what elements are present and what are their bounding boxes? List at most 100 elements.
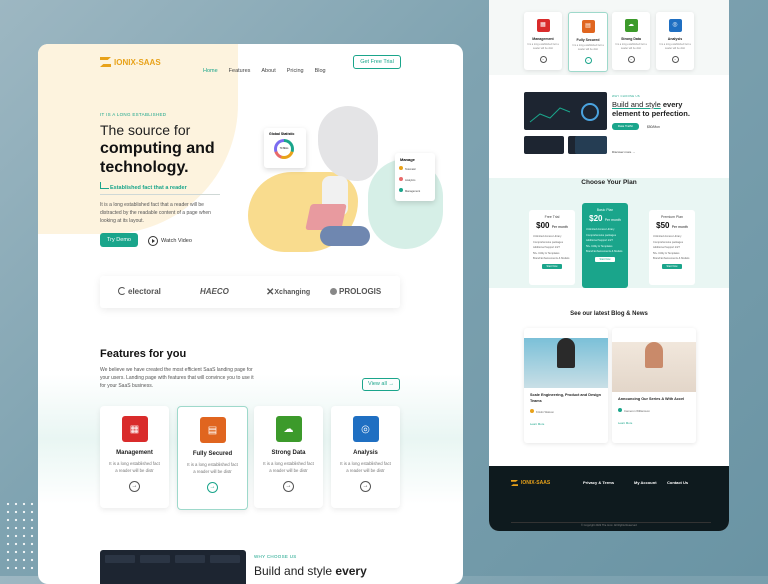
logo-icon xyxy=(511,480,518,486)
plan-feature: Unlimited Access Library xyxy=(653,235,682,238)
plan-feature: 50+ Utility & Templates xyxy=(586,244,613,248)
plan-name: Basic Plan xyxy=(596,208,614,212)
arrow-right-icon[interactable]: → xyxy=(129,481,140,492)
feature-card-desc: It is a long established fact a reader w… xyxy=(340,461,391,473)
partner-logo-xchanging: ✕Xchanging xyxy=(266,287,310,298)
mini-card-management[interactable]: ▦ Management It is a long established fact… xyxy=(524,12,562,70)
manage-item-2: Analytics xyxy=(399,177,415,182)
learn-more-link[interactable]: Learn More xyxy=(618,421,690,425)
footer-copyright: © Copyright 2022 The Ionix. All Rights R… xyxy=(581,524,637,527)
arrow-right-icon[interactable]: → xyxy=(627,56,635,63)
hero-eyebrow: IT IS A LONG ESTABLISHED xyxy=(100,112,167,117)
mini-card-analysis[interactable]: ◎ Analysis It is a long established fact a… xyxy=(656,12,694,70)
main-nav: Home Features About Pricing Blog xyxy=(203,59,337,77)
plan-feature: Comprehensive packages xyxy=(533,240,563,244)
plans-title: Choose Your Plan xyxy=(581,179,637,186)
hero-tagline: Established fact that a reader xyxy=(110,185,187,191)
dot-icon xyxy=(399,166,403,170)
nav-features[interactable]: Features xyxy=(229,68,251,74)
logo-icon xyxy=(100,57,111,67)
feature-card-title: Fully Secured xyxy=(192,451,233,457)
start-now-button[interactable]: Start Now xyxy=(542,264,562,269)
blog-post-title: Scale Engineering, Product and Design Te… xyxy=(530,393,601,403)
folder-lock-icon: ▤ xyxy=(581,20,595,33)
mini-card-fully-secured[interactable]: ▤ Fully Secured It is a long established f… xyxy=(568,12,608,72)
blog-card-2[interactable]: Announcing Our Series A With Accel Camer… xyxy=(612,328,696,443)
dot-icon xyxy=(399,188,403,192)
blog-author: Kristin Watson xyxy=(530,409,602,414)
footer-col-contact: Contact Us xyxy=(667,480,689,485)
play-icon[interactable] xyxy=(148,236,158,246)
plan-feature: Additional Support 24/7 xyxy=(586,239,613,242)
partner-name: Xchanging xyxy=(274,289,311,296)
arrow-right-icon: → xyxy=(632,150,636,154)
blog-image xyxy=(524,338,608,388)
cloud-data-icon: ☁ xyxy=(624,19,638,32)
why-title-part: element to perfection. xyxy=(612,109,690,118)
plan-feature: Brand Enhancements & Models xyxy=(653,257,690,260)
nav-pricing[interactable]: Pricing xyxy=(287,68,304,74)
why-title-part: every xyxy=(662,100,683,109)
plan-feature: Additional Support 24/7 xyxy=(653,246,680,249)
hero-divider xyxy=(100,194,220,195)
avatar xyxy=(530,409,534,413)
data-traffic-button[interactable]: Data Traffic xyxy=(612,123,639,130)
dashboard-mockup xyxy=(524,92,607,130)
manage-widget: Manage Telematic Analytics Management xyxy=(395,153,435,201)
nav-blog[interactable]: Blog xyxy=(315,68,326,74)
blog-image xyxy=(612,342,696,392)
management-icon: ▦ xyxy=(121,416,148,442)
brand-name: IONIX-SAAS xyxy=(521,480,551,486)
blog-card-1[interactable]: Scale Engineering, Product and Design Te… xyxy=(524,328,608,443)
why-eyebrow: WHY CHOOSE US xyxy=(612,94,640,98)
arrow-right-icon[interactable]: → xyxy=(671,56,679,63)
plan-period: Per month xyxy=(551,225,568,229)
donut-chart: 70 Mins xyxy=(274,139,294,159)
plan-feature: Brand Enhancements & Models xyxy=(586,250,623,253)
plan-price: $00 xyxy=(536,221,550,230)
mini-card-desc: It is a long established fact a reader w… xyxy=(572,44,604,51)
feature-card-title: Management xyxy=(116,450,153,456)
decorative-dots xyxy=(4,500,38,570)
start-now-button[interactable]: Start Now xyxy=(595,257,615,262)
brand-name: IONIX-SAAS xyxy=(114,57,161,67)
arrow-right-icon[interactable]: → xyxy=(360,481,371,492)
feature-card-analysis[interactable]: ◎ Analysis It is a long established fact… xyxy=(331,406,400,508)
manage-title: Manage xyxy=(400,157,415,162)
view-all-button[interactable]: View all → xyxy=(362,378,400,391)
feature-card-desc: It is a long established fact a reader w… xyxy=(263,461,314,473)
hero-title-line2: computing and xyxy=(100,140,215,157)
arrow-right-icon[interactable]: → xyxy=(207,482,218,493)
discover-more-link[interactable]: Discover more → xyxy=(612,150,635,154)
plan-card-premium: Premium Plan $50 Per month Unlimited Acc… xyxy=(649,210,695,285)
try-demo-button[interactable]: Try Demo xyxy=(100,233,138,247)
arrow-right-icon[interactable]: → xyxy=(539,56,547,63)
plan-name: Free Trial xyxy=(544,215,560,219)
get-free-trial-button[interactable]: Get Free Trial xyxy=(353,55,401,69)
landing-page-preview: IONIX-SAAS Home Features About Pricing Blog … xyxy=(38,44,463,584)
feature-card-strong-data[interactable]: ☁ Strong Data It is a long established f… xyxy=(254,406,323,508)
why-stat: $50/Mon xyxy=(647,125,660,129)
prologis-icon xyxy=(330,288,337,295)
footer-logo[interactable]: IONIX-SAAS xyxy=(511,480,550,486)
partner-logo-electoral: electoral xyxy=(118,287,161,296)
blog-author-name: Cameron Williamson xyxy=(624,408,650,413)
watch-video-link[interactable]: Watch Video xyxy=(161,238,192,244)
feature-card-management[interactable]: ▦ Management It is a long established fa… xyxy=(100,406,169,508)
dashboard-line-chart xyxy=(529,103,599,123)
electoral-icon xyxy=(118,287,126,295)
learn-more-link[interactable]: Learn More xyxy=(530,422,602,426)
partners-strip: electoral HAECO ✕Xchanging PROLOGIS xyxy=(100,276,400,308)
view-all-label: View all xyxy=(368,381,387,387)
folder-lock-icon: ▤ xyxy=(199,417,226,443)
mini-card-strong-data[interactable]: ☁ Strong Data It is a long established fac… xyxy=(612,12,650,70)
partner-name: electoral xyxy=(128,287,161,296)
arrow-right-icon[interactable]: → xyxy=(584,57,592,64)
nav-about[interactable]: About xyxy=(261,68,275,74)
brand-logo[interactable]: IONIX-SAAS xyxy=(100,57,161,67)
feature-card-title: Analysis xyxy=(353,450,378,456)
feature-card-fully-secured[interactable]: ▤ Fully Secured It is a long established… xyxy=(177,406,248,510)
arrow-right-icon[interactable]: → xyxy=(283,481,294,492)
start-now-button[interactable]: Start Now xyxy=(662,264,682,269)
nav-home[interactable]: Home xyxy=(203,68,218,74)
